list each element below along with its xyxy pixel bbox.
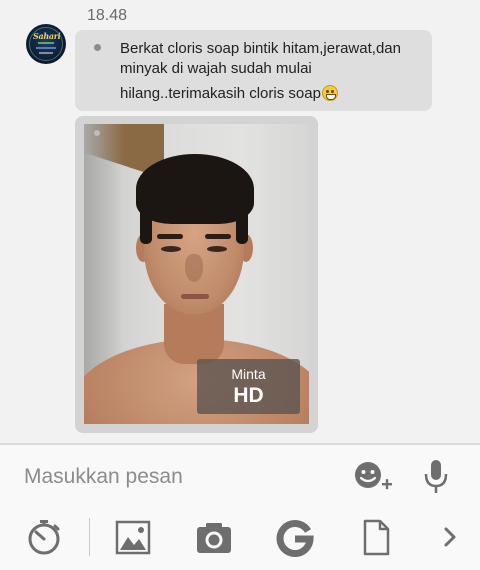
message-line-1: Berkat cloris soap bintik hitam,jerawat,… <box>120 40 401 57</box>
chat-area: Sahari 18.48 Berkat cloris soap bintik h… <box>0 0 480 443</box>
more-tools-button[interactable] <box>429 517 469 557</box>
toolbar-divider <box>89 518 90 556</box>
message-input[interactable] <box>24 462 324 492</box>
message-line-2: minyak di wajah sudah mulai <box>120 60 312 77</box>
grinning-face-emoji <box>321 85 338 101</box>
microphone-icon <box>424 460 448 493</box>
gif-button[interactable] <box>275 517 315 557</box>
gallery-icon <box>115 520 151 555</box>
file-icon <box>363 519 390 556</box>
chevron-right-icon <box>444 527 456 547</box>
timer-icon <box>28 520 60 555</box>
request-hd-label: Minta <box>231 366 266 382</box>
message-bullet <box>94 44 101 51</box>
text-message-bubble[interactable]: Berkat cloris soap bintik hitam,jerawat,… <box>75 30 432 111</box>
timer-button[interactable] <box>24 517 64 557</box>
message-line-3-wrap: hilang..terimakasih cloris soap <box>120 85 338 102</box>
message-timestamp: 18.48 <box>87 7 128 24</box>
sticker-add-icon <box>355 462 392 490</box>
selfie-photo[interactable]: Minta HD <box>84 124 309 424</box>
sticker-button[interactable] <box>353 459 393 495</box>
hd-label: HD <box>233 384 264 407</box>
contact-avatar[interactable]: Sahari <box>26 24 66 64</box>
gallery-button[interactable] <box>113 517 153 557</box>
message-line-3: hilang..terimakasih cloris soap <box>120 85 321 102</box>
gif-icon <box>276 520 314 557</box>
camera-icon <box>197 523 231 553</box>
request-hd-button[interactable]: Minta HD <box>197 359 300 414</box>
voice-button[interactable] <box>422 458 450 494</box>
file-button[interactable] <box>356 517 396 557</box>
image-message-bubble[interactable]: Minta HD <box>75 116 318 433</box>
camera-button[interactable] <box>194 517 234 557</box>
composer <box>0 445 480 570</box>
